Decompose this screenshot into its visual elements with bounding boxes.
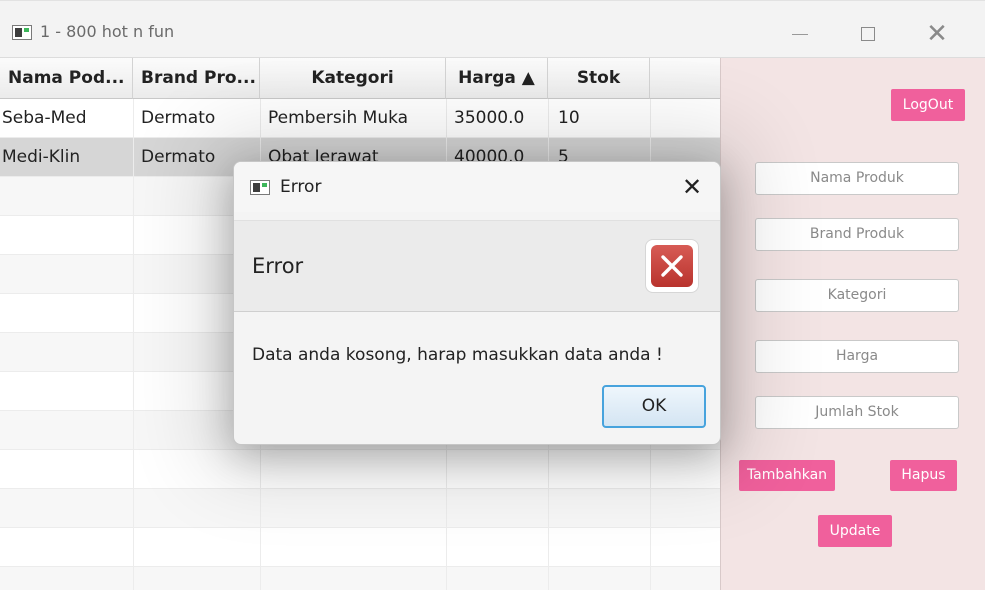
cell-kategori: Pembersih Muka <box>268 108 409 128</box>
logout-button[interactable]: LogOut <box>891 89 965 121</box>
error-icon <box>645 239 699 293</box>
hapus-button[interactable]: Hapus <box>890 460 957 491</box>
minimize-icon <box>792 34 808 35</box>
cell-nama-produk: Medi-Klin <box>2 147 81 167</box>
close-icon: ✕ <box>926 19 948 49</box>
column-header-harga[interactable]: Harga ▲ <box>446 58 548 99</box>
column-header-stok[interactable]: Stok <box>548 58 650 99</box>
cell-stok: 10 <box>558 108 580 128</box>
column-header-kategori[interactable]: Kategori <box>260 58 446 99</box>
title-bar: 1 - 800 hot n fun ✕ <box>0 0 985 58</box>
minimize-button[interactable] <box>777 15 823 53</box>
empty-row <box>0 567 720 590</box>
nama-produk-field[interactable]: Nama Produk <box>755 162 959 195</box>
column-header-brand-produk[interactable]: Brand Pro... <box>133 58 260 99</box>
empty-row <box>0 528 720 567</box>
column-divider <box>133 99 134 590</box>
close-icon: ✕ <box>681 173 703 201</box>
close-button[interactable]: ✕ <box>914 15 960 53</box>
maximize-button[interactable] <box>845 15 891 53</box>
app-window: 1 - 800 hot n fun ✕ Nama Pod... Brand Pr… <box>0 0 985 590</box>
update-button[interactable]: Update <box>818 515 892 547</box>
dialog-header: Error <box>234 220 720 312</box>
cell-harga: 35000.0 <box>454 108 525 128</box>
table-row[interactable]: Seba-Med Dermato Pembersih Muka 35000.0 … <box>0 99 720 138</box>
dialog-title: Error <box>280 177 322 197</box>
jumlah-stok-field[interactable]: Jumlah Stok <box>755 396 959 429</box>
dialog-message: Data anda kosong, harap masukkan data an… <box>252 345 663 365</box>
brand-produk-field[interactable]: Brand Produk <box>755 218 959 251</box>
cell-nama-produk: Seba-Med <box>2 108 87 128</box>
app-icon <box>250 180 270 195</box>
form-panel: LogOut Nama Produk Brand Produk Kategori… <box>720 58 985 590</box>
dialog-header-text: Error <box>252 254 304 278</box>
harga-field[interactable]: Harga <box>755 340 959 373</box>
column-header-nama-produk[interactable]: Nama Pod... <box>0 58 133 99</box>
app-icon <box>12 25 32 40</box>
tambahkan-button[interactable]: Tambahkan <box>739 460 835 491</box>
column-header-filler <box>650 58 720 99</box>
ok-button[interactable]: OK <box>602 385 706 428</box>
maximize-icon <box>861 27 875 41</box>
window-title: 1 - 800 hot n fun <box>40 22 175 41</box>
dialog-close-button[interactable]: ✕ <box>674 170 710 204</box>
kategori-field[interactable]: Kategori <box>755 279 959 312</box>
empty-row <box>0 450 720 489</box>
error-dialog: Error ✕ Error Data anda kosong, harap ma… <box>233 161 721 445</box>
empty-row <box>0 489 720 528</box>
cell-brand-produk: Dermato <box>141 108 216 128</box>
dialog-title-bar: Error ✕ <box>234 162 720 212</box>
